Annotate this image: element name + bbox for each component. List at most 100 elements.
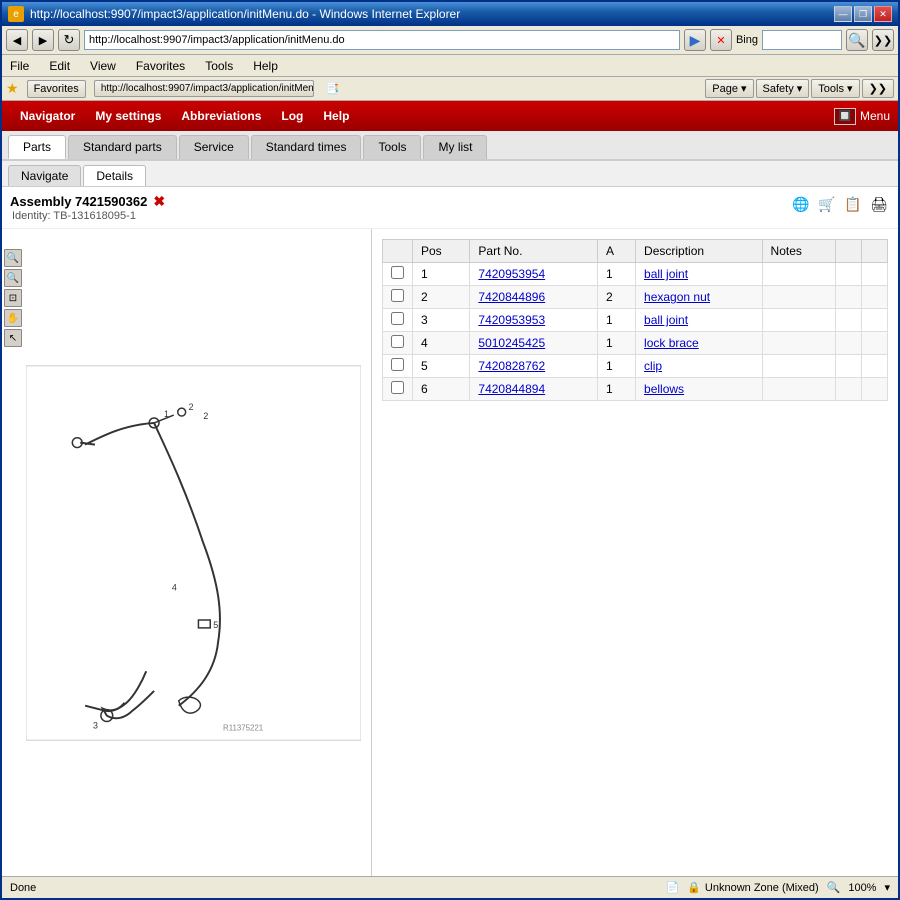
row-a: 1 bbox=[597, 332, 635, 355]
star-icon: ★ bbox=[6, 80, 19, 97]
row-pos: 1 bbox=[413, 263, 470, 286]
tab-my-list[interactable]: My list bbox=[423, 135, 487, 159]
restore-button[interactable]: ❐ bbox=[854, 6, 872, 22]
forward-button[interactable]: ▶ bbox=[32, 29, 54, 51]
go-button[interactable]: ▶ bbox=[684, 29, 706, 51]
row-description[interactable]: hexagon nut bbox=[636, 286, 763, 309]
col-part-no: Part No. bbox=[470, 240, 598, 263]
row-part-no[interactable]: 5010245425 bbox=[470, 332, 598, 355]
back-button[interactable]: ◀ bbox=[6, 29, 28, 51]
svg-text:5: 5 bbox=[213, 619, 218, 629]
favorites-button[interactable]: Favorites bbox=[27, 80, 86, 98]
row-extra2 bbox=[862, 309, 888, 332]
row-checkbox-cell[interactable] bbox=[383, 286, 413, 309]
title-bar: e http://localhost:9907/impact3/applicat… bbox=[2, 2, 898, 26]
content-area: 🔍 🔍 ⊡ ✋ ↖ bbox=[2, 229, 898, 876]
sub-tab-navigate[interactable]: Navigate bbox=[8, 165, 81, 186]
menu-label: Menu bbox=[860, 109, 890, 123]
tab-service[interactable]: Service bbox=[179, 135, 249, 159]
url-input[interactable] bbox=[89, 34, 675, 46]
tab-standard-parts[interactable]: Standard parts bbox=[68, 135, 177, 159]
menu-favorites[interactable]: Favorites bbox=[134, 58, 187, 74]
globe-icon[interactable]: 🌐 bbox=[790, 193, 812, 215]
row-checkbox-cell[interactable] bbox=[383, 263, 413, 286]
nav-log[interactable]: Log bbox=[271, 103, 313, 129]
nav-navigator[interactable]: Navigator bbox=[10, 103, 85, 129]
row-extra2 bbox=[862, 263, 888, 286]
close-button[interactable]: ✕ bbox=[874, 6, 892, 22]
row-extra2 bbox=[862, 332, 888, 355]
address-bar[interactable] bbox=[84, 30, 680, 50]
row-checkbox-cell[interactable] bbox=[383, 355, 413, 378]
tab-standard-times[interactable]: Standard times bbox=[251, 135, 362, 159]
row-checkbox[interactable] bbox=[391, 335, 404, 348]
favorites-url-button[interactable]: http://localhost:9907/impact3/applicatio… bbox=[94, 80, 314, 97]
stop-button[interactable]: ✕ bbox=[710, 29, 732, 51]
row-description[interactable]: lock brace bbox=[636, 332, 763, 355]
app-logo: 🔲 Menu bbox=[834, 108, 890, 125]
sub-tabs: Navigate Details bbox=[2, 161, 898, 187]
zoom-in-tool[interactable]: 🔍 bbox=[4, 249, 22, 267]
zoom-arrow[interactable]: ▾ bbox=[884, 881, 890, 894]
row-a: 1 bbox=[597, 309, 635, 332]
col-description: Description bbox=[636, 240, 763, 263]
tab-tools[interactable]: Tools bbox=[363, 135, 421, 159]
more-button[interactable]: ❯❯ bbox=[872, 29, 894, 51]
tab-parts[interactable]: Parts bbox=[8, 135, 66, 159]
row-checkbox-cell[interactable] bbox=[383, 332, 413, 355]
col-extra2 bbox=[862, 240, 888, 263]
row-extra2 bbox=[862, 355, 888, 378]
search-input[interactable] bbox=[762, 30, 842, 50]
select-tool[interactable]: ↖ bbox=[4, 329, 22, 347]
menu-file[interactable]: File bbox=[8, 58, 31, 74]
tools-menu-button[interactable]: Tools ▾ bbox=[811, 79, 859, 98]
cart-icon[interactable]: 🛒 bbox=[816, 193, 838, 215]
more-menu-button[interactable]: ❯❯ bbox=[862, 79, 894, 98]
row-part-no[interactable]: 7420953954 bbox=[470, 263, 598, 286]
row-description[interactable]: ball joint bbox=[636, 263, 763, 286]
assembly-header: Assembly 7421590362 ✖ Identity: TB-13161… bbox=[2, 187, 898, 229]
table-row: 4 5010245425 1 lock brace bbox=[383, 332, 888, 355]
row-checkbox[interactable] bbox=[391, 381, 404, 394]
col-a: A bbox=[597, 240, 635, 263]
row-pos: 3 bbox=[413, 309, 470, 332]
diagram-panel: 🔍 🔍 ⊡ ✋ ↖ bbox=[2, 229, 372, 876]
sub-tab-details[interactable]: Details bbox=[83, 165, 146, 186]
menu-tools[interactable]: Tools bbox=[203, 58, 235, 74]
row-checkbox-cell[interactable] bbox=[383, 378, 413, 401]
row-description[interactable]: ball joint bbox=[636, 309, 763, 332]
row-description[interactable]: bellows bbox=[636, 378, 763, 401]
menu-edit[interactable]: Edit bbox=[47, 58, 72, 74]
row-checkbox[interactable] bbox=[391, 266, 404, 279]
nav-help[interactable]: Help bbox=[313, 103, 359, 129]
assembly-identity: Identity: TB-131618095-1 bbox=[10, 210, 165, 222]
row-checkbox[interactable] bbox=[391, 358, 404, 371]
favorites-bar: ★ Favorites http://localhost:9907/impact… bbox=[2, 77, 898, 101]
search-button[interactable]: 🔍 bbox=[846, 29, 868, 51]
safety-menu-button[interactable]: Safety ▾ bbox=[756, 79, 810, 98]
row-checkbox[interactable] bbox=[391, 312, 404, 325]
row-checkbox-cell[interactable] bbox=[383, 309, 413, 332]
minimize-button[interactable]: — bbox=[834, 6, 852, 22]
assembly-actions: 🌐 🛒 📋 🖨 bbox=[790, 193, 890, 215]
nav-abbreviations[interactable]: Abbreviations bbox=[171, 103, 271, 129]
row-checkbox[interactable] bbox=[391, 289, 404, 302]
print-icon[interactable]: 🖨 bbox=[868, 193, 890, 215]
row-part-no[interactable]: 7420844896 bbox=[470, 286, 598, 309]
browser-icon: e bbox=[8, 6, 24, 22]
fit-tool[interactable]: ⊡ bbox=[4, 289, 22, 307]
page-menu-button[interactable]: Page ▾ bbox=[705, 79, 753, 98]
row-part-no[interactable]: 7420828762 bbox=[470, 355, 598, 378]
refresh-button[interactable]: ↻ bbox=[58, 29, 80, 51]
menu-view[interactable]: View bbox=[88, 58, 118, 74]
row-part-no[interactable]: 7420953953 bbox=[470, 309, 598, 332]
row-notes bbox=[762, 378, 836, 401]
nav-my-settings[interactable]: My settings bbox=[85, 103, 171, 129]
row-part-no[interactable]: 7420844894 bbox=[470, 378, 598, 401]
diagram-canvas: 1 2 3 bbox=[2, 229, 371, 876]
zoom-out-tool[interactable]: 🔍 bbox=[4, 269, 22, 287]
pan-tool[interactable]: ✋ bbox=[4, 309, 22, 327]
copy-icon[interactable]: 📋 bbox=[842, 193, 864, 215]
menu-help[interactable]: Help bbox=[251, 58, 280, 74]
row-description[interactable]: clip bbox=[636, 355, 763, 378]
